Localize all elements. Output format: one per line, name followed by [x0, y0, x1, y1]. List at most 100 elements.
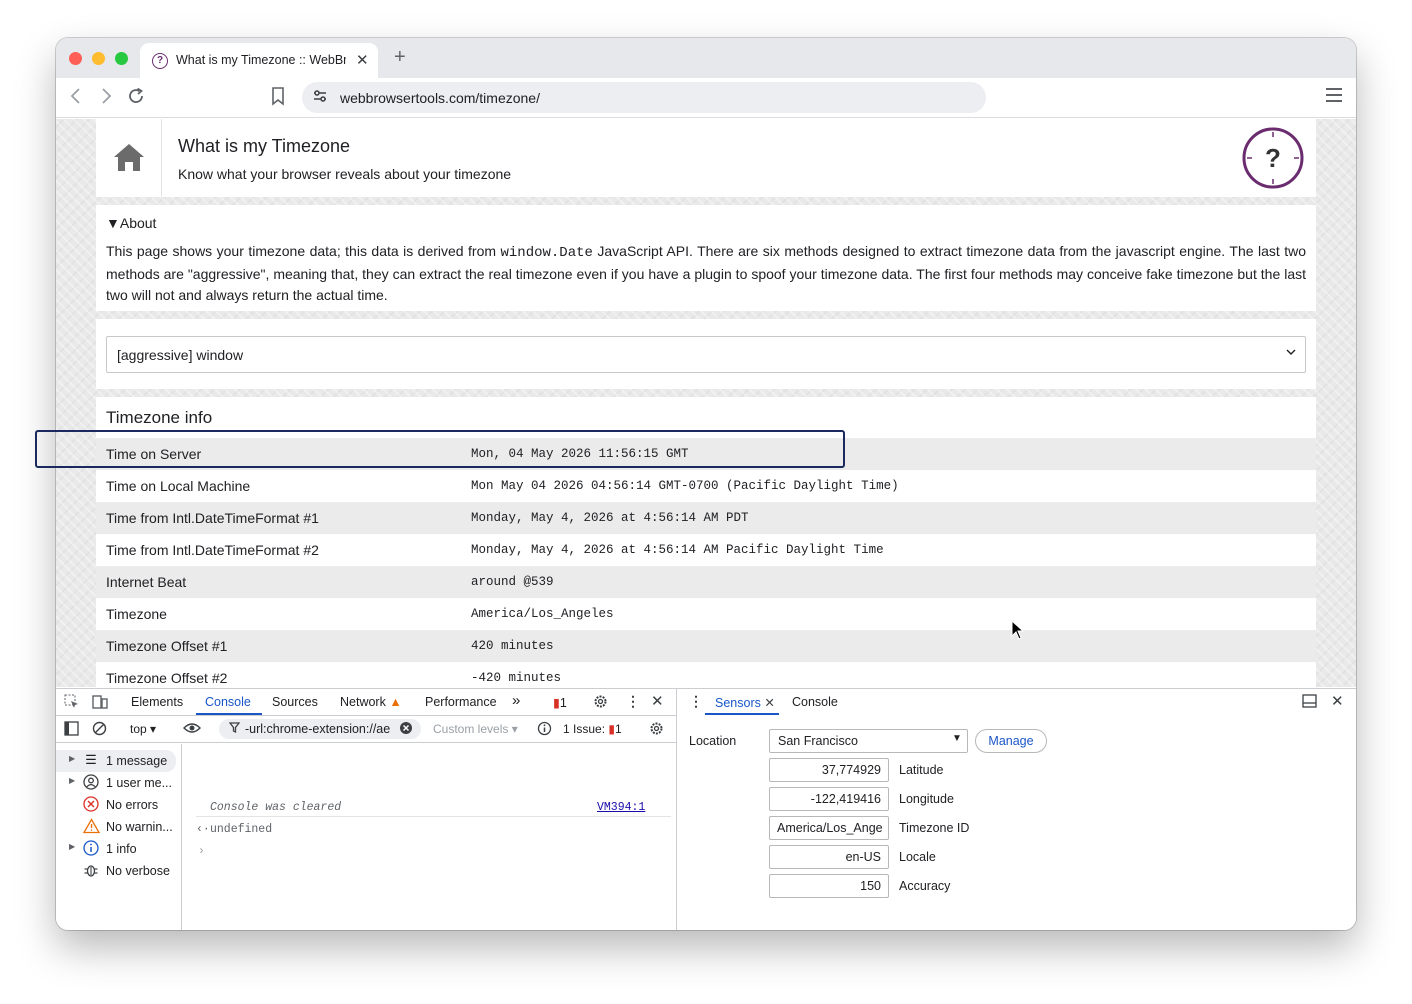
tab-network[interactable]: Network ▲	[340, 695, 402, 709]
sidebar-item-errors[interactable]: No errors	[56, 794, 182, 816]
browser-menu-icon[interactable]	[1326, 88, 1342, 102]
sidebar-item-verbose[interactable]: No verbose	[56, 860, 182, 882]
browser-tab[interactable]: ? What is my Timezone :: WebBr ✕	[140, 43, 378, 78]
site-settings-icon[interactable]	[312, 88, 328, 107]
table-row: Timezone Offset #1 420 minutes	[96, 630, 1316, 662]
tab-sensors[interactable]: Sensors ✕	[715, 695, 775, 710]
clear-filter-icon[interactable]	[399, 721, 413, 738]
drawer-menu-icon[interactable]: ⋮	[689, 693, 703, 710]
bookmark-icon[interactable]	[270, 86, 286, 112]
method-select-section: [aggressive] window	[96, 319, 1316, 389]
address-bar[interactable]: webbrowsertools.com/timezone/	[302, 82, 986, 113]
about-section: ▼About This page shows your timezone dat…	[96, 205, 1316, 311]
warning-icon: ▲	[389, 695, 402, 709]
tab-close-icon[interactable]: ✕	[356, 51, 369, 69]
issues-button[interactable]: 1 Issue: ▮1	[563, 722, 622, 736]
timezone-info-section: Timezone info Time on Server Mon, 04 May …	[96, 397, 1316, 687]
tab-strip: ? What is my Timezone :: WebBr ✕ +	[56, 38, 1356, 78]
issues-label: 1 Issue:	[563, 722, 606, 736]
home-link[interactable]	[96, 119, 162, 197]
kebab-menu-icon[interactable]: ⋮	[626, 693, 640, 710]
method-select[interactable]: [aggressive] window	[106, 336, 1306, 373]
reload-icon[interactable]	[126, 86, 146, 112]
forward-icon[interactable]	[98, 86, 114, 112]
dropdown-arrow-icon: ▼	[952, 733, 962, 744]
dropdown-arrow-icon: ▾	[150, 722, 157, 736]
row-value: Monday, May 4, 2026 at 4:56:14 AM PDT	[471, 511, 749, 525]
accuracy-field[interactable]: 150	[769, 874, 889, 898]
sidebar-item-label: No verbose	[106, 864, 170, 878]
latitude-field[interactable]: 37,774929	[769, 758, 889, 782]
new-tab-button[interactable]: +	[394, 46, 406, 69]
close-sensors-icon[interactable]: ✕	[764, 696, 774, 710]
browser-toolbar: webbrowsertools.com/timezone/	[56, 78, 1356, 118]
settings-gear-icon[interactable]	[593, 694, 608, 712]
info-icon[interactable]	[537, 721, 552, 739]
sidebar-item-warnings[interactable]: No warnin...	[56, 816, 182, 838]
url-text: webbrowsertools.com/timezone/	[340, 90, 540, 106]
tab-elements[interactable]: Elements	[131, 695, 183, 709]
dock-side-icon[interactable]	[1302, 694, 1317, 711]
about-summary-label: About	[119, 215, 157, 231]
console-filter-input[interactable]: -url:chrome-extension://ae	[219, 719, 421, 739]
close-window-button[interactable]	[69, 52, 82, 65]
locale-field[interactable]: en-US	[769, 845, 889, 869]
inspect-element-icon[interactable]	[64, 694, 79, 712]
log-levels-label: Custom levels	[433, 722, 509, 736]
log-levels-dropdown[interactable]: Custom levels ▾	[433, 722, 518, 736]
tab-performance[interactable]: Performance	[425, 695, 497, 709]
live-expression-eye-icon[interactable]	[183, 720, 201, 739]
expand-arrow-icon[interactable]: ▶	[69, 776, 75, 785]
maximize-window-button[interactable]	[115, 52, 128, 65]
console-divider	[196, 816, 671, 817]
about-text-part: This page shows your timezone data; this…	[106, 243, 501, 259]
longitude-field[interactable]: -122,419416	[769, 787, 889, 811]
sidebar-item-label: No warnin...	[106, 820, 173, 834]
back-icon[interactable]	[68, 86, 84, 112]
page-viewport: What is my Timezone Know what your brows…	[56, 119, 1356, 687]
sidebar-item-info[interactable]: ▶ 1 info	[56, 838, 182, 860]
row-label: Timezone	[106, 606, 167, 622]
location-select-value: San Francisco	[778, 734, 858, 748]
location-select[interactable]: San Francisco ▼	[769, 729, 968, 753]
info-icon	[83, 840, 99, 856]
sidebar-toggle-icon[interactable]	[64, 721, 79, 739]
minimize-window-button[interactable]	[92, 52, 105, 65]
row-value: Mon, 04 May 2026 11:56:15 GMT	[471, 447, 689, 461]
sidebar-item-user-messages[interactable]: ▶ 1 user me...	[56, 772, 182, 794]
chevron-down-icon	[1285, 346, 1297, 361]
tab-drawer-console[interactable]: Console	[792, 695, 838, 709]
tab-sources[interactable]: Sources	[272, 695, 318, 709]
error-count-badge[interactable]: ▮1	[553, 695, 567, 710]
about-toggle[interactable]: ▼About	[106, 215, 1306, 231]
page-title: What is my Timezone	[178, 136, 351, 156]
manage-locations-button[interactable]: Manage	[975, 729, 1047, 753]
device-toolbar-icon[interactable]	[92, 694, 108, 712]
expand-arrow-icon[interactable]: ▶	[69, 842, 75, 851]
more-tabs-icon[interactable]: »	[512, 692, 520, 709]
error-count: 1	[559, 696, 567, 710]
console-source-link[interactable]: VM394:1	[597, 801, 645, 814]
locale-label: Locale	[899, 850, 936, 864]
tab-title: What is my Timezone :: WebBr	[176, 53, 346, 67]
close-drawer-icon[interactable]: ✕	[1331, 692, 1344, 710]
browser-window: ? What is my Timezone :: WebBr ✕ + webbr…	[56, 38, 1356, 930]
method-select-value: [aggressive] window	[117, 347, 244, 363]
table-row: Time from Intl.DateTimeFormat #1 Monday, …	[96, 502, 1316, 534]
clear-console-icon[interactable]	[92, 721, 107, 739]
context-selector[interactable]: top ▾	[130, 722, 156, 736]
close-devtools-icon[interactable]: ✕	[651, 692, 664, 710]
timezone-id-field[interactable]: America/Los_Ange	[769, 816, 889, 840]
dropdown-arrow-icon: ▾	[511, 722, 518, 736]
devtools-panel: Elements Console Sources Network ▲ Perfo…	[56, 688, 1356, 930]
triangle-down-icon: ▼	[106, 215, 120, 231]
expand-arrow-icon[interactable]: ▶	[69, 754, 75, 763]
user-icon	[83, 774, 99, 790]
console-settings-gear-icon[interactable]	[649, 721, 664, 739]
row-value: around @539	[471, 575, 554, 589]
sidebar-item-label: 1 info	[106, 842, 137, 856]
row-label: Time from Intl.DateTimeFormat #1	[106, 510, 319, 526]
console-prompt[interactable]: ›	[198, 845, 205, 858]
tab-console[interactable]: Console	[205, 695, 251, 709]
sidebar-item-messages[interactable]: ▶ ☰ 1 message	[56, 750, 176, 772]
